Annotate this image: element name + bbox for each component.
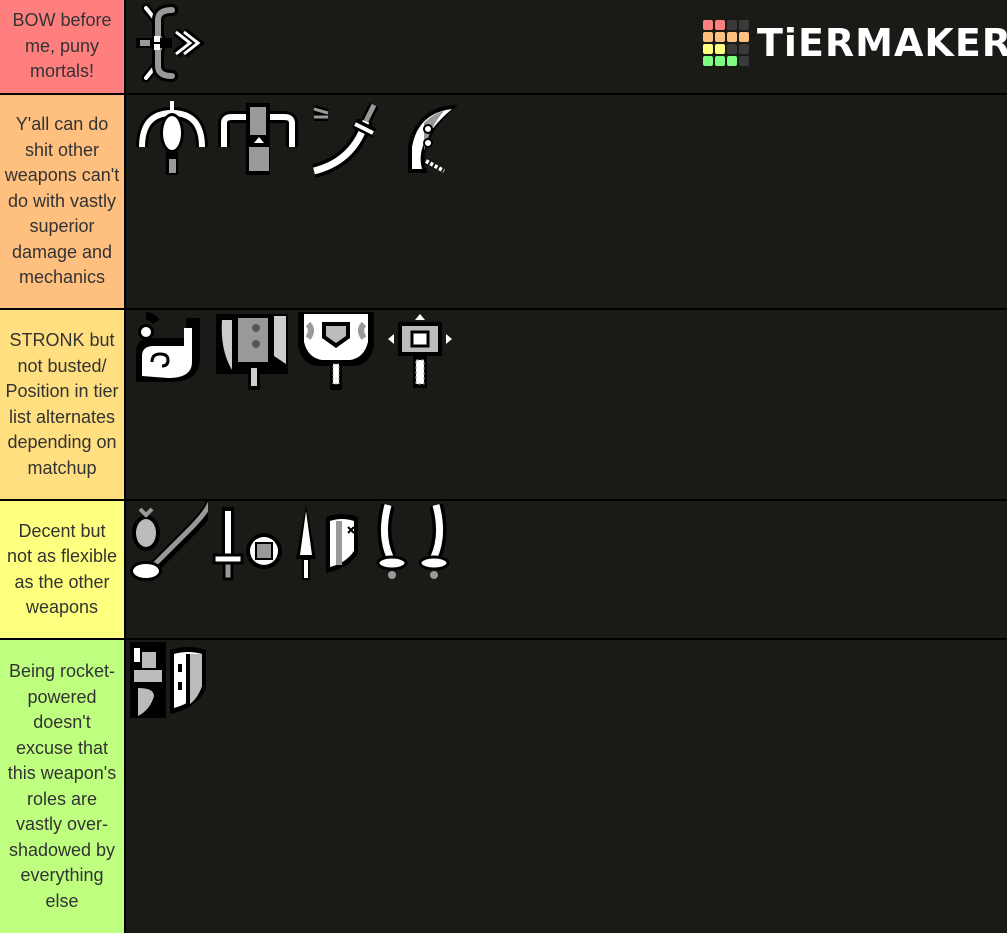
tier-label[interactable]: Being rocket-powered doesn't excuse that…	[0, 640, 124, 933]
sword-and-shield-icon[interactable]	[208, 501, 288, 581]
insect-glaive-icon[interactable]	[128, 501, 208, 581]
logo-grid-cell	[703, 20, 713, 30]
bow-icon[interactable]	[132, 2, 212, 82]
tier-row-3: STRONK but not busted/ Position in tier …	[0, 310, 1007, 499]
gunlance-icon[interactable]	[128, 640, 208, 720]
logo-grid-cell	[739, 44, 749, 54]
tier-items[interactable]	[126, 310, 1007, 499]
hunting-horn-icon[interactable]	[132, 310, 212, 390]
logo-grid-icon	[703, 20, 749, 66]
logo-grid-cell	[715, 56, 725, 66]
logo-grid-cell	[739, 20, 749, 30]
tier-row-5: Being rocket-powered doesn't excuse that…	[0, 640, 1007, 933]
tiermaker-logo: TiERMAKER	[703, 20, 1007, 66]
tier-label[interactable]: STRONK but not busted/ Position in tier …	[0, 310, 124, 499]
charge-blade-icon[interactable]	[394, 99, 474, 179]
switch-axe-icon[interactable]	[212, 310, 292, 390]
logo-text: TiERMAKER	[757, 21, 1007, 65]
tier-list: BOW before me, puny mortals! Y'all can d…	[0, 0, 1007, 933]
great-sword-icon[interactable]	[296, 310, 376, 390]
logo-grid-cell	[727, 20, 737, 30]
hammer-icon[interactable]	[380, 310, 460, 390]
long-sword-icon[interactable]	[306, 99, 386, 179]
tier-label[interactable]: Y'all can do shit other weapons can't do…	[0, 95, 124, 308]
logo-grid-cell	[727, 44, 737, 54]
tier-items[interactable]	[126, 95, 1007, 308]
logo-grid-cell	[715, 20, 725, 30]
logo-grid-cell	[715, 44, 725, 54]
light-bowgun-icon[interactable]	[132, 99, 212, 179]
tier-label[interactable]: BOW before me, puny mortals!	[0, 0, 124, 93]
logo-grid-cell	[703, 56, 713, 66]
tier-items[interactable]	[126, 640, 1007, 933]
logo-grid-cell	[703, 44, 713, 54]
lance-icon[interactable]	[288, 501, 368, 581]
logo-grid-cell	[715, 32, 725, 42]
dual-blades-icon[interactable]	[374, 501, 454, 581]
tier-row-4: Decent but not as flexible as the other …	[0, 501, 1007, 638]
logo-grid-cell	[739, 56, 749, 66]
logo-grid-cell	[703, 32, 713, 42]
tier-row-2: Y'all can do shit other weapons can't do…	[0, 95, 1007, 308]
logo-grid-cell	[727, 56, 737, 66]
logo-grid-cell	[727, 32, 737, 42]
tier-items[interactable]	[126, 501, 1007, 638]
logo-grid-cell	[739, 32, 749, 42]
tier-label[interactable]: Decent but not as flexible as the other …	[0, 501, 124, 638]
heavy-bowgun-icon[interactable]	[218, 99, 298, 179]
